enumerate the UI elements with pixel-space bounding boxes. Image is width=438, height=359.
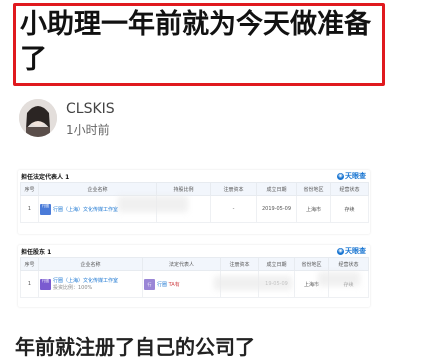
rep-avatar-icon: 行 — [144, 278, 155, 290]
company-cell: 行圈 行圈（上海）文化传媒工作室 投资比例：100% — [38, 270, 143, 298]
title-line-2: 了 — [20, 44, 47, 75]
header-region: 省份地区 — [294, 257, 329, 271]
date-cell: 2019-05-09 — [256, 195, 297, 223]
blur-watermark — [318, 272, 360, 286]
header-date: 成立日期 — [256, 182, 297, 196]
title-line-1: 小助理一年前就为今天做准备 — [20, 9, 371, 40]
header-legal-rep: 法定代表人 — [142, 257, 221, 271]
header-status: 经营状态 — [328, 257, 369, 271]
company-link[interactable]: 行圈（上海）文化传媒工作室 — [53, 207, 118, 213]
company-logo-icon: 行圈 — [40, 203, 51, 215]
article-body-line: 年前就注册了自己的公司了 — [15, 335, 255, 359]
header-status: 经营状态 — [330, 182, 369, 196]
blur-watermark — [214, 276, 292, 290]
header-company: 企业名称 — [38, 182, 157, 196]
capital-cell: - — [210, 195, 257, 223]
rep-name-link[interactable]: 行圈 — [157, 282, 167, 288]
shareholder-table: 序号 企业名称 法定代表人 注册资本 成立日期 省份地区 经营状态 1 行圈 行… — [20, 257, 369, 298]
article-title: 小助理一年前就为今天做准备 了 — [20, 7, 380, 77]
blur-watermark — [118, 196, 188, 212]
header-date: 成立日期 — [258, 257, 295, 271]
investment-ratio: 投资比例：100% — [53, 285, 93, 291]
tianyancha-eye-icon: ◉ — [337, 172, 344, 180]
rep-tag[interactable]: TA有 — [169, 282, 180, 288]
table-row: 1 行圈 行圈（上海）文化传媒工作室 投资比例：100% 行行圈 TA有 19-… — [20, 270, 369, 298]
table-header-row: 序号 企业名称 法定代表人 注册资本 成立日期 省份地区 经营状态 — [20, 257, 369, 271]
header-capital: 注册资本 — [210, 182, 257, 196]
company-logo-icon: 行圈 — [40, 278, 51, 290]
header-region: 省份地区 — [296, 182, 331, 196]
brand-name: 天眼查 — [345, 172, 366, 180]
status-cell: 存续 — [330, 195, 369, 223]
avatar-photo-icon — [19, 99, 57, 137]
shareholder-section-title: 担任股东 1 — [21, 249, 52, 256]
row-index: 1 — [20, 195, 39, 223]
legal-rep-section-title: 担任法定代表人 1 — [21, 174, 70, 181]
tianyancha-logo: ◉ 天眼查 — [337, 246, 366, 256]
header-index: 序号 — [20, 257, 39, 271]
header-company: 企业名称 — [38, 257, 143, 271]
author-name[interactable]: CLSKIS — [66, 101, 115, 117]
legal-rep-cell: 行行圈 TA有 — [142, 270, 221, 298]
header-ratio: 持股比例 — [156, 182, 211, 196]
brand-name: 天眼查 — [345, 247, 366, 255]
header-index: 序号 — [20, 182, 39, 196]
table-header-row: 序号 企业名称 持股比例 注册资本 成立日期 省份地区 经营状态 — [20, 182, 369, 196]
legal-rep-card: 担任法定代表人 1 ◉ 天眼查 序号 企业名称 持股比例 注册资本 成立日期 省份… — [18, 170, 370, 234]
row-index: 1 — [20, 270, 39, 298]
avatar[interactable] — [19, 99, 57, 137]
region-cell: 上海市 — [296, 195, 331, 223]
tianyancha-eye-icon: ◉ — [337, 247, 344, 255]
legal-rep-table: 序号 企业名称 持股比例 注册资本 成立日期 省份地区 经营状态 1 行圈行圈（… — [20, 182, 369, 223]
tianyancha-logo: ◉ 天眼查 — [337, 171, 366, 181]
post-time: 1小时前 — [66, 123, 110, 137]
table-row: 1 行圈行圈（上海）文化传媒工作室 - 2019-05-09 上海市 存续 — [20, 195, 369, 223]
header-capital: 注册资本 — [220, 257, 259, 271]
